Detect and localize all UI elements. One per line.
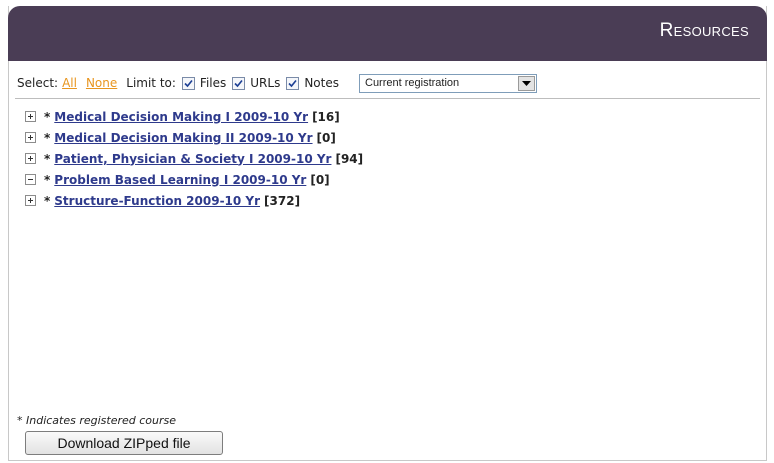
course-row: * Problem Based Learning I 2009-10 Yr [0… xyxy=(22,169,742,190)
check-icon xyxy=(288,79,297,87)
toolbar-divider xyxy=(15,98,760,99)
resource-count: [0] xyxy=(310,172,330,187)
resource-count: [16] xyxy=(312,109,340,124)
dropdown-arrow-button[interactable] xyxy=(518,75,535,91)
header-title: Resources xyxy=(659,20,749,41)
registration-dropdown[interactable]: Current registration xyxy=(359,73,537,93)
course-row: * Medical Decision Making II 2009-10 Yr … xyxy=(22,127,742,148)
collapse-toggle-icon[interactable] xyxy=(25,174,36,185)
expand-toggle-icon[interactable] xyxy=(25,111,36,122)
course-row: * Medical Decision Making I 2009-10 Yr [… xyxy=(22,106,742,127)
registered-marker: * xyxy=(44,193,51,208)
resource-count: [0] xyxy=(316,130,336,145)
expand-toggle-icon[interactable] xyxy=(25,195,36,206)
dropdown-value: Current registration xyxy=(365,77,460,89)
registered-marker: * xyxy=(44,151,51,166)
expand-toggle-icon[interactable] xyxy=(25,132,36,143)
expand-toggle-icon[interactable] xyxy=(25,153,36,164)
course-link[interactable]: Medical Decision Making II 2009-10 Yr xyxy=(54,131,312,145)
urls-filter-label: URLs xyxy=(250,76,281,90)
course-tree: * Medical Decision Making I 2009-10 Yr [… xyxy=(22,106,742,211)
resource-count: [94] xyxy=(335,151,364,166)
registered-course-footnote: * Indicates registered course xyxy=(17,414,177,427)
filter-toolbar: Select: All None Limit to: Files URLs No… xyxy=(17,70,759,96)
course-link[interactable]: Medical Decision Making I 2009-10 Yr xyxy=(54,110,308,124)
select-none-link[interactable]: None xyxy=(86,76,117,90)
files-checkbox[interactable] xyxy=(181,76,195,90)
course-link[interactable]: Problem Based Learning I 2009-10 Yr xyxy=(54,173,306,187)
registered-marker: * xyxy=(44,172,51,187)
notes-checkbox[interactable] xyxy=(286,76,300,90)
check-icon xyxy=(234,79,243,87)
course-link[interactable]: Structure-Function 2009-10 Yr xyxy=(54,194,260,208)
urls-checkbox[interactable] xyxy=(232,76,246,90)
notes-filter-label: Notes xyxy=(304,76,339,90)
limit-label: Limit to: xyxy=(126,76,176,90)
resource-count: [372] xyxy=(264,193,301,208)
chevron-down-icon xyxy=(522,80,531,86)
check-icon xyxy=(184,79,193,87)
files-filter-label: Files xyxy=(199,76,227,90)
registered-marker: * xyxy=(44,130,51,145)
registered-marker: * xyxy=(44,109,51,124)
select-label: Select: xyxy=(17,76,59,90)
download-zip-button[interactable]: Download ZIPped file xyxy=(25,431,223,455)
course-row: * Structure-Function 2009-10 Yr [372] xyxy=(22,190,742,211)
course-row: * Patient, Physician & Society I 2009-10… xyxy=(22,148,742,169)
course-link[interactable]: Patient, Physician & Society I 2009-10 Y… xyxy=(54,152,331,166)
resources-header: Resources xyxy=(8,6,767,61)
select-all-link[interactable]: All xyxy=(62,76,77,90)
